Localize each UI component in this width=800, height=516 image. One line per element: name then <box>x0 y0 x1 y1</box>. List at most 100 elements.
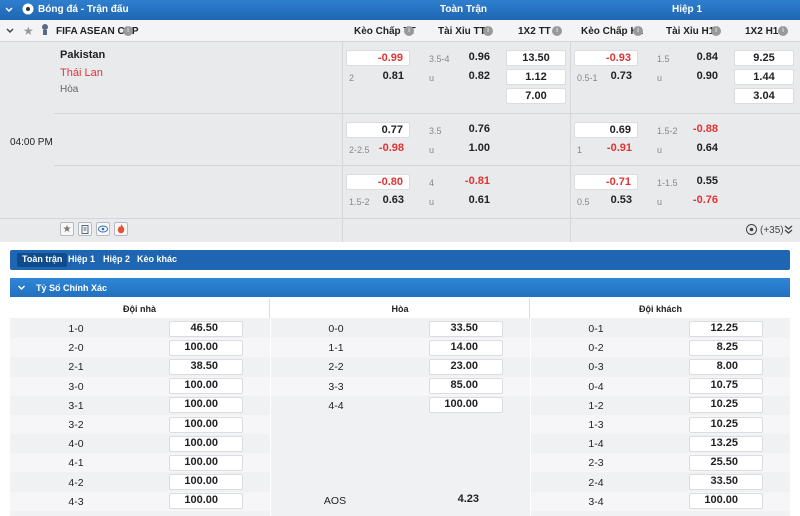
score-odds[interactable]: 100.00 <box>169 493 243 510</box>
info-icon[interactable]: i <box>483 26 493 36</box>
odds-cell[interactable]: 1.44 <box>734 69 794 85</box>
score-odds[interactable]: 100.00 <box>169 378 243 395</box>
home-team[interactable]: Pakistan <box>60 49 105 61</box>
score-odds[interactable]: 85.00 <box>429 378 503 395</box>
info-icon[interactable]: i <box>404 26 414 36</box>
tab-half2[interactable]: Hiệp 2 <box>98 253 135 267</box>
stats-button[interactable] <box>78 222 92 236</box>
odds-cell[interactable]: 0.53 <box>574 193 638 209</box>
away-team[interactable]: Thái Lan <box>60 67 103 79</box>
section-header[interactable]: Tỷ Số Chính Xác <box>10 278 790 297</box>
odds-cell[interactable]: 0.96 <box>426 50 496 66</box>
col-1x2-h1: 1X2 H1 <box>745 26 779 37</box>
odds-cell[interactable]: 9.25 <box>734 50 794 66</box>
score-label: 2-3 <box>588 457 604 470</box>
score-odds[interactable]: 100.00 <box>169 339 243 356</box>
info-icon[interactable]: i <box>778 26 788 36</box>
score-odds[interactable]: 25.50 <box>689 454 763 471</box>
tab-other[interactable]: Kèo khác <box>132 253 182 267</box>
score-odds[interactable]: 100.00 <box>169 474 243 491</box>
hot-button[interactable] <box>114 222 128 236</box>
watch-button[interactable] <box>96 222 110 236</box>
odds-cell[interactable]: -0.80 <box>346 174 410 190</box>
full-match-header: Toàn Trận <box>440 4 488 15</box>
score-odds[interactable]: 100.00 <box>689 493 763 510</box>
col-overunder-h1: Tài Xỉu H1 <box>666 26 715 37</box>
chevron-down-icon[interactable] <box>4 5 14 18</box>
info-icon[interactable]: i <box>711 26 721 36</box>
score-odds[interactable]: 13.25 <box>689 435 763 452</box>
chevron-double-down-icon[interactable] <box>784 225 793 238</box>
odds-cell[interactable]: 0.63 <box>346 193 410 209</box>
score-label: 3-4 <box>588 495 604 508</box>
col-1x2-tt: 1X2 TT <box>518 26 551 37</box>
odds-cell[interactable]: -0.76 <box>654 193 724 209</box>
score-label: 4-0 <box>68 438 84 451</box>
section-title: Tỷ Số Chính Xác <box>36 283 108 293</box>
odds-cell[interactable]: -0.81 <box>426 174 496 190</box>
aos-odds[interactable]: 4.23 <box>429 493 503 509</box>
half1-header: Hiệp 1 <box>672 4 703 15</box>
odds-cell[interactable]: -0.99 <box>346 50 410 66</box>
tab-half1[interactable]: Hiệp 1 <box>63 253 100 267</box>
odds-cell[interactable]: -0.71 <box>574 174 638 190</box>
odds-cell[interactable]: -0.93 <box>574 50 638 66</box>
odds-cell[interactable]: 0.73 <box>574 69 638 85</box>
odds-cell[interactable]: 0.77 <box>346 122 410 138</box>
odds-cell[interactable]: 0.81 <box>346 69 410 85</box>
score-label: 4-1 <box>68 457 84 470</box>
star-button[interactable]: ★ <box>60 222 74 236</box>
score-label: 4-2 <box>68 476 84 489</box>
odds-cell[interactable]: 0.61 <box>426 193 496 209</box>
odds-cell[interactable]: 1.12 <box>506 69 566 85</box>
odds-cell[interactable]: 13.50 <box>506 50 566 66</box>
score-label: 3-0 <box>68 380 84 393</box>
score-odds[interactable]: 100.00 <box>169 397 243 414</box>
odds-cell[interactable]: 0.82 <box>426 69 496 85</box>
odds-cell[interactable]: 0.84 <box>654 50 724 66</box>
odds-cell[interactable]: 3.04 <box>734 88 794 104</box>
info-icon[interactable]: i <box>552 26 562 36</box>
score-odds[interactable]: 10.25 <box>689 416 763 433</box>
odds-cell[interactable]: -0.91 <box>574 141 638 157</box>
score-label: 1-4 <box>588 438 604 451</box>
odds-cell[interactable]: -0.88 <box>654 122 724 138</box>
odds-cell[interactable]: -0.98 <box>346 141 410 157</box>
more-markets-count[interactable]: (+35) <box>760 225 784 236</box>
col-home: Đội nhà <box>10 298 270 318</box>
eye-icon <box>98 225 108 233</box>
score-label: 0-3 <box>588 361 604 374</box>
odds-cell[interactable]: 0.55 <box>654 174 724 190</box>
score-odds[interactable]: 8.25 <box>689 339 763 356</box>
score-odds[interactable]: 23.00 <box>429 358 503 375</box>
score-odds[interactable]: 33.50 <box>689 474 763 491</box>
score-odds[interactable]: 33.50 <box>429 320 503 337</box>
odds-cell[interactable]: 0.64 <box>654 141 724 157</box>
score-label: 0-0 <box>328 323 344 335</box>
chevron-down-icon[interactable] <box>5 26 15 39</box>
score-odds[interactable]: 46.50 <box>169 320 243 337</box>
score-odds[interactable]: 10.75 <box>689 378 763 395</box>
info-icon[interactable]: i <box>633 26 643 36</box>
score-odds[interactable]: 100.00 <box>169 435 243 452</box>
score-label: 3-1 <box>68 399 84 412</box>
tab-full-match[interactable]: Toàn trận <box>17 253 68 267</box>
odds-cell[interactable]: 0.69 <box>574 122 638 138</box>
info-icon[interactable]: i <box>123 26 133 36</box>
chevron-down-icon <box>17 283 26 294</box>
score-odds[interactable]: 100.00 <box>169 416 243 433</box>
score-odds[interactable]: 10.25 <box>689 397 763 414</box>
odds-cell[interactable]: 0.90 <box>654 69 724 85</box>
score-odds[interactable]: 14.00 <box>429 339 503 356</box>
score-odds[interactable]: 100.00 <box>169 454 243 471</box>
score-odds[interactable]: 100.00 <box>429 397 503 414</box>
score-odds[interactable]: 12.25 <box>689 320 763 337</box>
star-icon[interactable]: ★ <box>23 24 34 38</box>
score-odds[interactable]: 8.00 <box>689 358 763 375</box>
score-label: 4-3 <box>68 495 84 508</box>
match-time: 04:00 PM <box>10 137 53 148</box>
odds-cell[interactable]: 1.00 <box>426 141 496 157</box>
odds-cell[interactable]: 0.76 <box>426 122 496 138</box>
score-odds[interactable]: 38.50 <box>169 358 243 375</box>
odds-cell[interactable]: 7.00 <box>506 88 566 104</box>
